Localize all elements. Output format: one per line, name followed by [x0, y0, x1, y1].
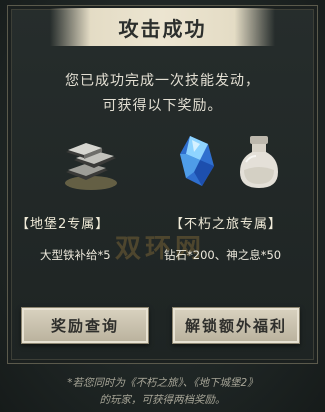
dialog-title-bar: 攻击成功 — [50, 8, 275, 46]
dialog-title: 攻击成功 — [118, 16, 207, 41]
reward-label-dungeon2: 【地堡2专属】 — [16, 217, 110, 232]
blue-crystal-icon — [170, 128, 224, 194]
breath-jar-icon — [232, 128, 286, 194]
dialog-message-line1: 您已成功完成一次技能发动， — [65, 73, 260, 89]
reward-query-button[interactable]: 奖励查询 — [21, 307, 149, 344]
footnote-line1: *若您同时为《不朽之旅》、《地下城堡2》 — [67, 377, 258, 389]
dialog-message-line2: 可获得以下奖励。 — [102, 98, 223, 114]
footnote-line2: 的玩家，可获得两档奖励。 — [99, 394, 226, 406]
iron-ingots-icon — [58, 128, 124, 194]
unlock-extra-benefits-button[interactable]: 解锁额外福利 — [172, 307, 300, 344]
reward-item-dungeon2: 大型铁补给*5 — [40, 248, 111, 262]
reward-item-immortal-journey: 钻石*200、神之息*50 — [164, 248, 282, 262]
